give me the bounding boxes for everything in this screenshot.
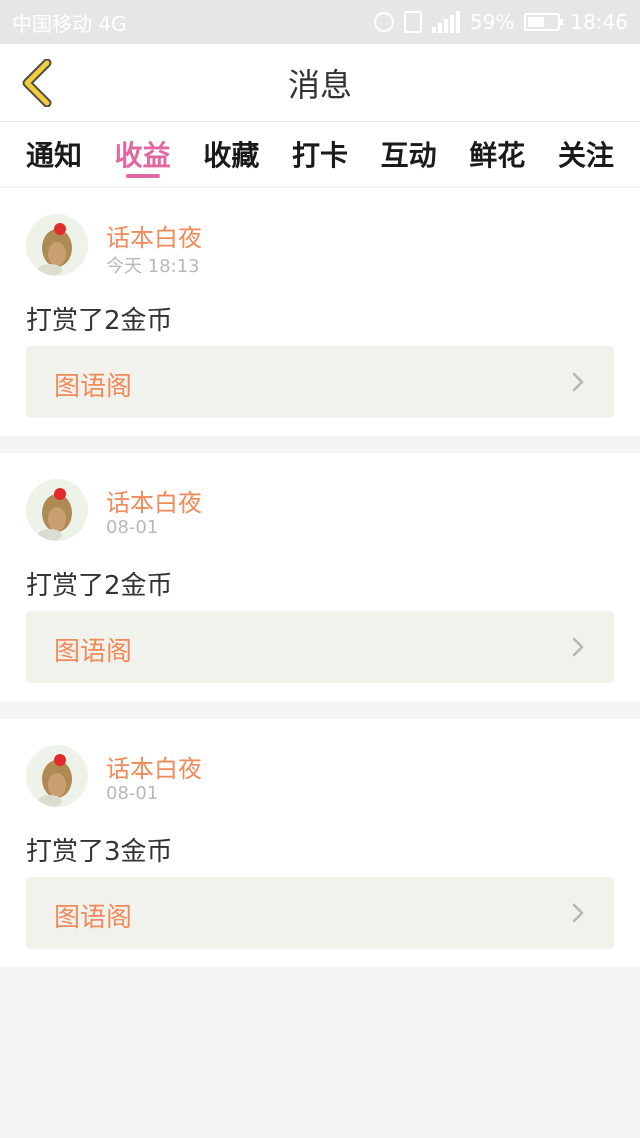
header-bar: 消息 xyxy=(0,44,640,122)
chevron-right-icon xyxy=(572,637,584,657)
chevron-right-icon xyxy=(572,372,584,392)
source-link-label: 图语阁 xyxy=(54,372,133,402)
tab-flowers[interactable]: 鲜花 xyxy=(469,122,525,186)
tab-notifications[interactable]: 通知 xyxy=(26,122,82,186)
chevron-left-icon xyxy=(22,59,52,107)
avatar[interactable] xyxy=(26,214,88,276)
message-text: 打赏了2金币 xyxy=(26,306,173,336)
tab-checkin[interactable]: 打卡 xyxy=(292,122,348,186)
timestamp: 08-01 xyxy=(106,783,159,804)
message-card: 话本白夜 今天 18:13 打赏了2金币 图语阁 xyxy=(0,188,640,436)
source-link[interactable]: 图语阁 xyxy=(26,346,614,418)
source-link-label: 图语阁 xyxy=(54,903,133,933)
battery-icon xyxy=(524,13,564,31)
tab-follow[interactable]: 关注 xyxy=(558,122,614,186)
timestamp: 08-01 xyxy=(106,517,159,538)
tab-interaction[interactable]: 互动 xyxy=(381,122,437,186)
message-text: 打赏了2金币 xyxy=(26,571,173,601)
carrier-label: 中国移动 4G xyxy=(12,11,127,36)
sim-icon xyxy=(403,11,422,33)
back-button[interactable] xyxy=(14,58,58,108)
chevron-right-icon xyxy=(572,903,584,923)
message-card: 话本白夜 08-01 打赏了3金币 图语阁 xyxy=(0,719,640,967)
signal-icon xyxy=(431,11,460,33)
avatar[interactable] xyxy=(26,479,88,541)
page-title: 消息 xyxy=(287,65,352,104)
timestamp: 今天 18:13 xyxy=(106,256,200,277)
status-bar: 中国移动 4G 59% 18:46 xyxy=(0,0,640,44)
source-link[interactable]: 图语阁 xyxy=(26,877,614,949)
avatar[interactable] xyxy=(26,745,88,807)
battery-percent: 59% xyxy=(469,10,515,34)
username[interactable]: 话本白夜 xyxy=(106,218,202,253)
tab-earnings[interactable]: 收益 xyxy=(115,122,171,186)
alarm-icon xyxy=(373,12,394,32)
tab-favorites[interactable]: 收藏 xyxy=(203,122,259,186)
message-text: 打赏了3金币 xyxy=(26,837,173,867)
username[interactable]: 话本白夜 xyxy=(106,483,202,518)
tab-bar: 通知 收益 收藏 打卡 互动 鲜花 关注 xyxy=(0,122,640,186)
message-card: 话本白夜 08-01 打赏了2金币 图语阁 xyxy=(0,453,640,701)
username[interactable]: 话本白夜 xyxy=(106,749,202,784)
source-link[interactable]: 图语阁 xyxy=(26,611,614,683)
clock: 18:46 xyxy=(570,10,628,34)
source-link-label: 图语阁 xyxy=(54,637,133,667)
